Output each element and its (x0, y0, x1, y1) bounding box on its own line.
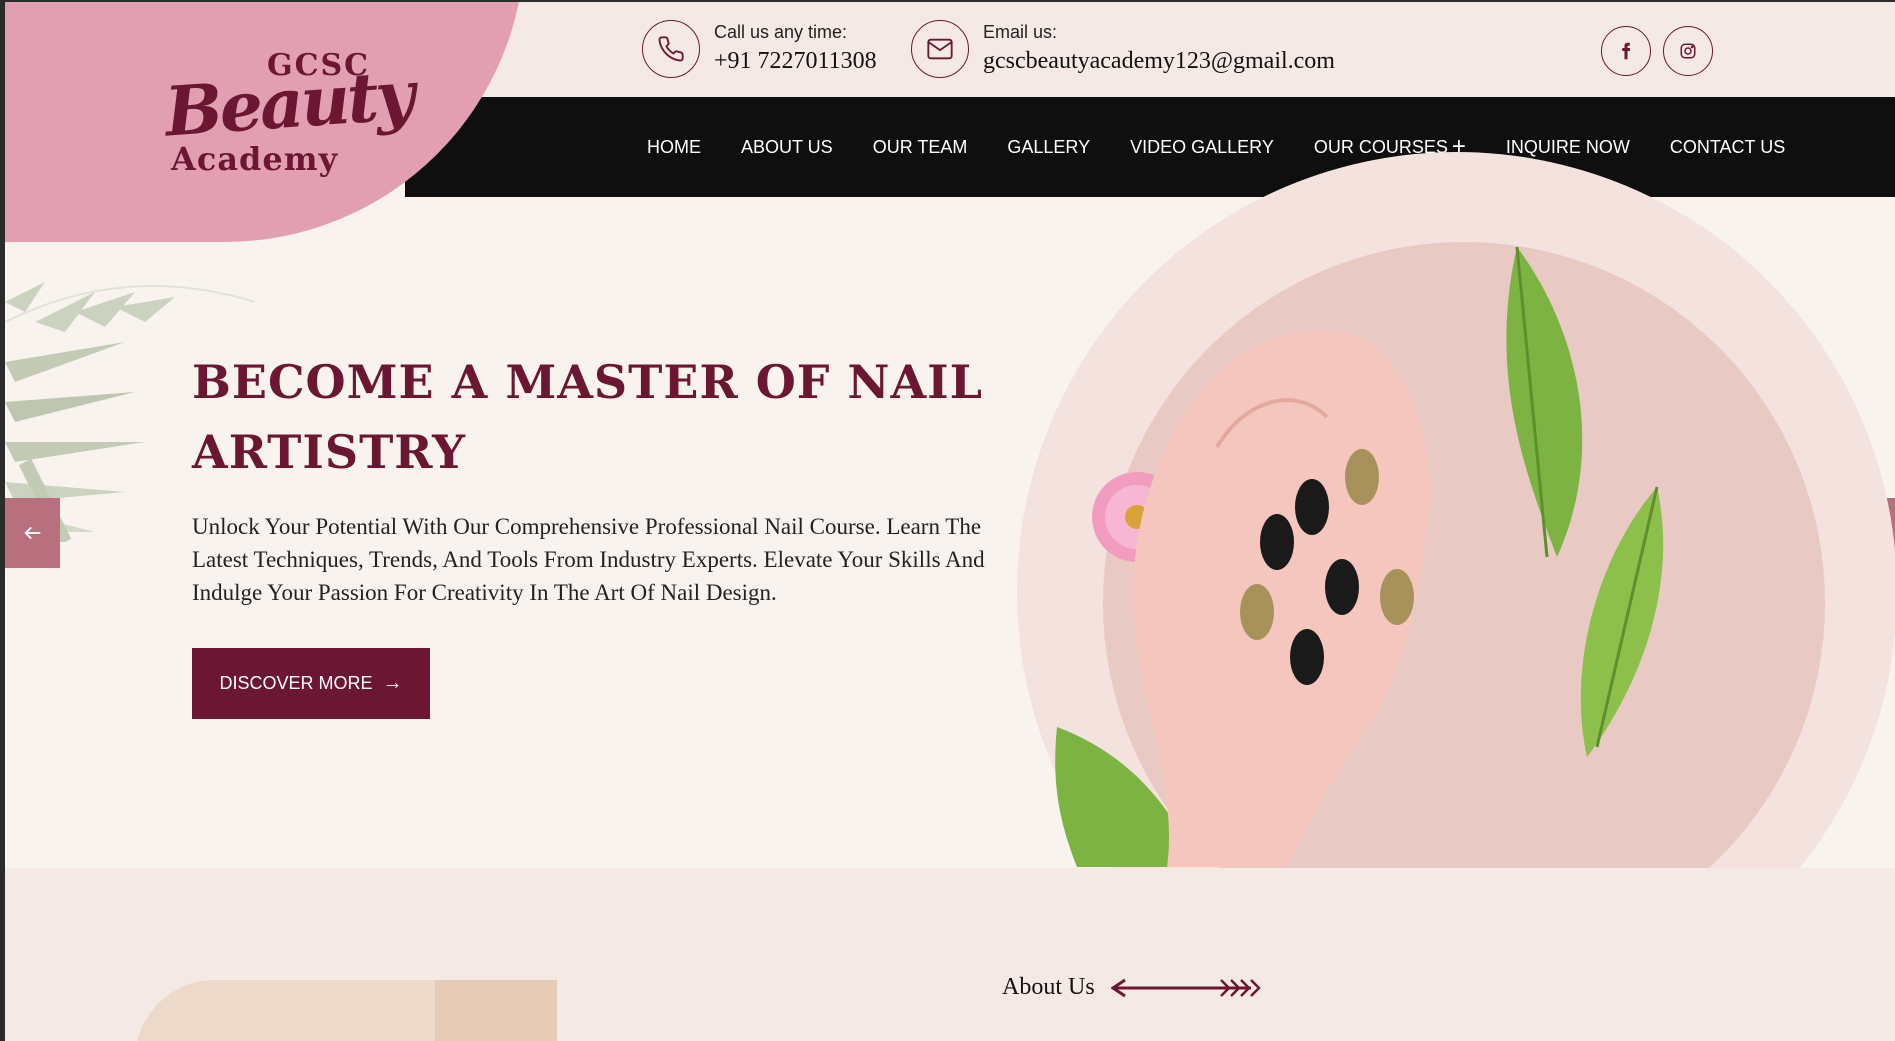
nav-about-label: ABOUT US (741, 136, 833, 157)
discover-more-button[interactable]: DISCOVER MORE → (192, 648, 430, 719)
hero-description: Unlock Your Potential With Our Comprehen… (192, 514, 985, 605)
email-contact[interactable]: Email us: gcscbeautyacademy123@gmail.com (911, 20, 1335, 78)
phone-contact[interactable]: Call us any time: +91 7227011308 (642, 20, 877, 78)
phone-label: Call us any time: (714, 22, 848, 42)
about-heading-text: About Us (1002, 974, 1095, 1000)
nav-inquire-label: INQUIRE NOW (1505, 136, 1630, 157)
email-address[interactable]: gcscbeautyacademy123@gmail.com (983, 44, 1335, 78)
phone-icon (642, 20, 700, 78)
hero-title-line1: BECOME A MASTER OF NAIL (192, 355, 984, 409)
arrow-decoration-icon (1110, 978, 1261, 997)
about-image (135, 980, 557, 1041)
nav-gallery[interactable]: GALLERY (1007, 137, 1090, 158)
discover-more-label: DISCOVER MORE (219, 673, 373, 693)
nav-inquire-now[interactable]: INQUIRE NOW (1506, 137, 1630, 158)
logo-line2: Beauty (162, 55, 415, 153)
nav-our-team[interactable]: OUR TEAM (873, 137, 968, 158)
page: GCSC Beauty Academy Call us any time: +9… (0, 0, 1895, 1041)
nav-gallery-label: GALLERY (1007, 136, 1091, 157)
logo-line3: Academy (171, 140, 339, 178)
hero-nail-image (1055, 246, 1664, 867)
nav-contact-label: CONTACT US (1669, 136, 1786, 157)
email-label: Email us: (983, 22, 1058, 42)
about-heading: About Us (1002, 974, 1261, 1001)
nav-video-gallery[interactable]: VIDEO GALLERY (1130, 137, 1274, 158)
arrow-right-icon: → (382, 672, 403, 694)
logo[interactable]: GCSC Beauty Academy (162, 42, 425, 192)
phone-number[interactable]: +91 7227011308 (714, 44, 877, 78)
slider-prev-button[interactable] (5, 498, 60, 568)
nav-home[interactable]: HOME (647, 137, 701, 158)
nav-about-us[interactable]: ABOUT US (741, 137, 833, 158)
nav-video-label: VIDEO GALLERY (1130, 136, 1274, 157)
arrow-left-icon (23, 526, 40, 540)
hero-title-line2: ARTISTRY (192, 425, 466, 479)
envelope-icon (911, 20, 969, 78)
instagram-icon[interactable] (1663, 26, 1713, 76)
facebook-icon[interactable] (1601, 26, 1651, 76)
hero-title: BECOME A MASTER OF NAIL ARTISTRY (192, 347, 1012, 487)
nav-home-label: HOME (647, 136, 701, 157)
nav-team-label: OUR TEAM (872, 136, 968, 157)
nav-contact-us[interactable]: CONTACT US (1670, 137, 1785, 158)
